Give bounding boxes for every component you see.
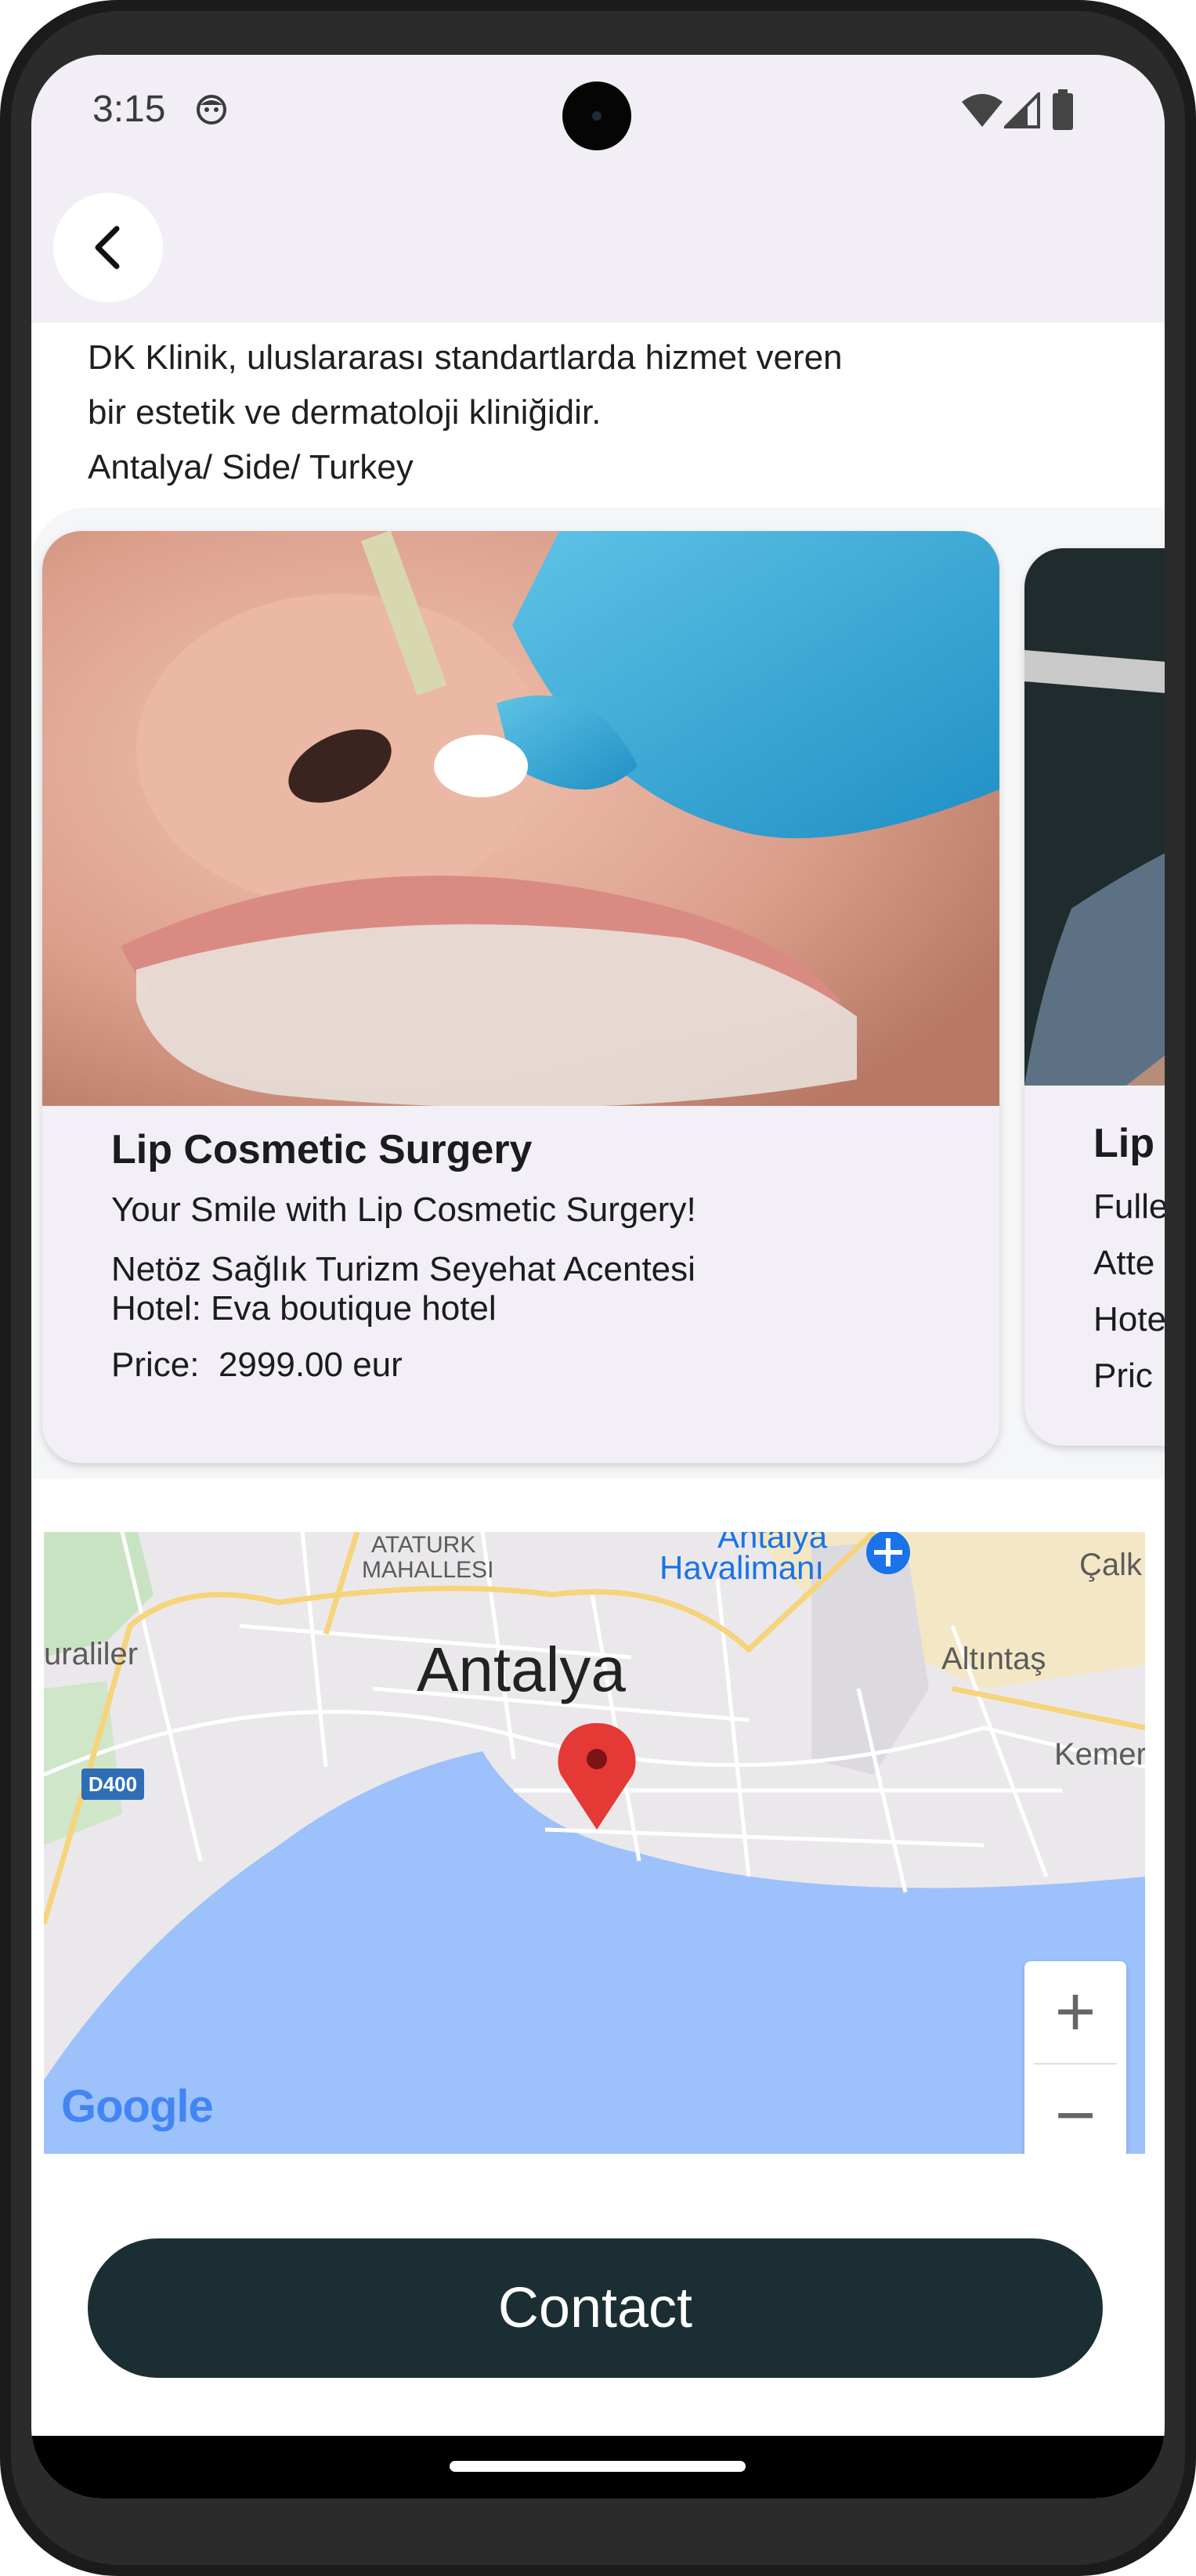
contact-button[interactable]: Contact bbox=[88, 2238, 1103, 2378]
location-line: Antalya/ Side/ Turkey bbox=[88, 448, 414, 486]
screen: 3:15 DK Klinik, uluslararası standartlar… bbox=[31, 55, 1165, 2498]
header-bar: 3:15 bbox=[31, 55, 1165, 323]
card-line: Atte bbox=[1093, 1244, 1155, 1282]
zoom-in-button[interactable]: + bbox=[1024, 1961, 1126, 2063]
treatment-card[interactable]: Lip Cosmetic Surgery Your Smile with Lip… bbox=[42, 531, 999, 1463]
card-details: Lip Cosmetic Surgery Your Smile with Lip… bbox=[111, 1126, 973, 1385]
notification-face-icon bbox=[197, 95, 226, 125]
status-time: 3:15 bbox=[92, 89, 166, 130]
card-details: Lip Fulle Atte Hote Pric bbox=[1093, 1120, 1165, 1413]
description-line: bir estetik ve dermatoloji kliniğidir. bbox=[88, 393, 602, 432]
price-value: 2999.00 eur bbox=[218, 1346, 403, 1384]
description-line: DK Klinik, uluslararası standartlarda hi… bbox=[88, 338, 843, 377]
treatment-photo bbox=[1024, 548, 1165, 1086]
card-price: Price: 2999.00 eur bbox=[111, 1346, 973, 1385]
card-line: Pric bbox=[1093, 1357, 1153, 1395]
google-logo: Google bbox=[61, 2081, 214, 2132]
map-label-airport: Havalimanı bbox=[659, 1549, 825, 1586]
card-hotel: Hotel: Eva boutique hotel bbox=[111, 1289, 497, 1328]
map-label-neighborhood: MAHALLESI bbox=[362, 1557, 494, 1583]
map-canvas[interactable]: D400 bbox=[44, 1532, 1145, 2154]
phone-frame: 3:15 DK Klinik, uluslararası standartlar… bbox=[0, 0, 1196, 2576]
battery-icon bbox=[1053, 89, 1073, 130]
lip-surgery-photo bbox=[42, 531, 999, 1106]
signal-icon bbox=[1004, 92, 1040, 128]
price-label: Price: bbox=[111, 1346, 200, 1384]
arrow-left-icon bbox=[95, 226, 120, 269]
card-agency: Netöz Sağlık Turizm Seyehat Acentesi bbox=[111, 1250, 696, 1288]
zoom-out-button[interactable]: − bbox=[1024, 2065, 1126, 2155]
wifi-icon bbox=[962, 94, 1003, 127]
map-label-town: Kemer bbox=[1054, 1737, 1145, 1772]
card-subtitle: Your Smile with Lip Cosmetic Surgery! bbox=[111, 1190, 696, 1229]
road-shield-label: D400 bbox=[89, 1772, 137, 1796]
map-label-neighborhood: ATATURK bbox=[371, 1532, 476, 1558]
front-camera bbox=[562, 81, 631, 150]
location-map[interactable]: D400 ATATURK MAHALLESI Antalya Havaliman… bbox=[44, 1532, 1145, 2154]
treatment-card-next[interactable]: Lip Fulle Atte Hote Pric bbox=[1024, 548, 1165, 1446]
map-zoom-controls: + − bbox=[1024, 1961, 1126, 2154]
map-label-town: uraliler bbox=[44, 1637, 139, 1671]
back-button[interactable] bbox=[53, 193, 163, 302]
card-line: Fulle bbox=[1093, 1187, 1165, 1226]
clinic-description: DK Klinik, uluslararası standartlarda hi… bbox=[88, 331, 1106, 495]
map-label-city: Antalya bbox=[417, 1635, 626, 1704]
home-indicator[interactable] bbox=[450, 2461, 746, 2472]
map-label-town: Altıntaş bbox=[941, 1642, 1046, 1676]
card-line: Hote bbox=[1093, 1300, 1165, 1339]
treatment-carousel[interactable]: Lip Cosmetic Surgery Your Smile with Lip… bbox=[31, 508, 1165, 1479]
card-title: Lip bbox=[1093, 1121, 1154, 1166]
card-title: Lip Cosmetic Surgery bbox=[111, 1127, 533, 1172]
map-label-town: Çalk bbox=[1079, 1548, 1143, 1582]
